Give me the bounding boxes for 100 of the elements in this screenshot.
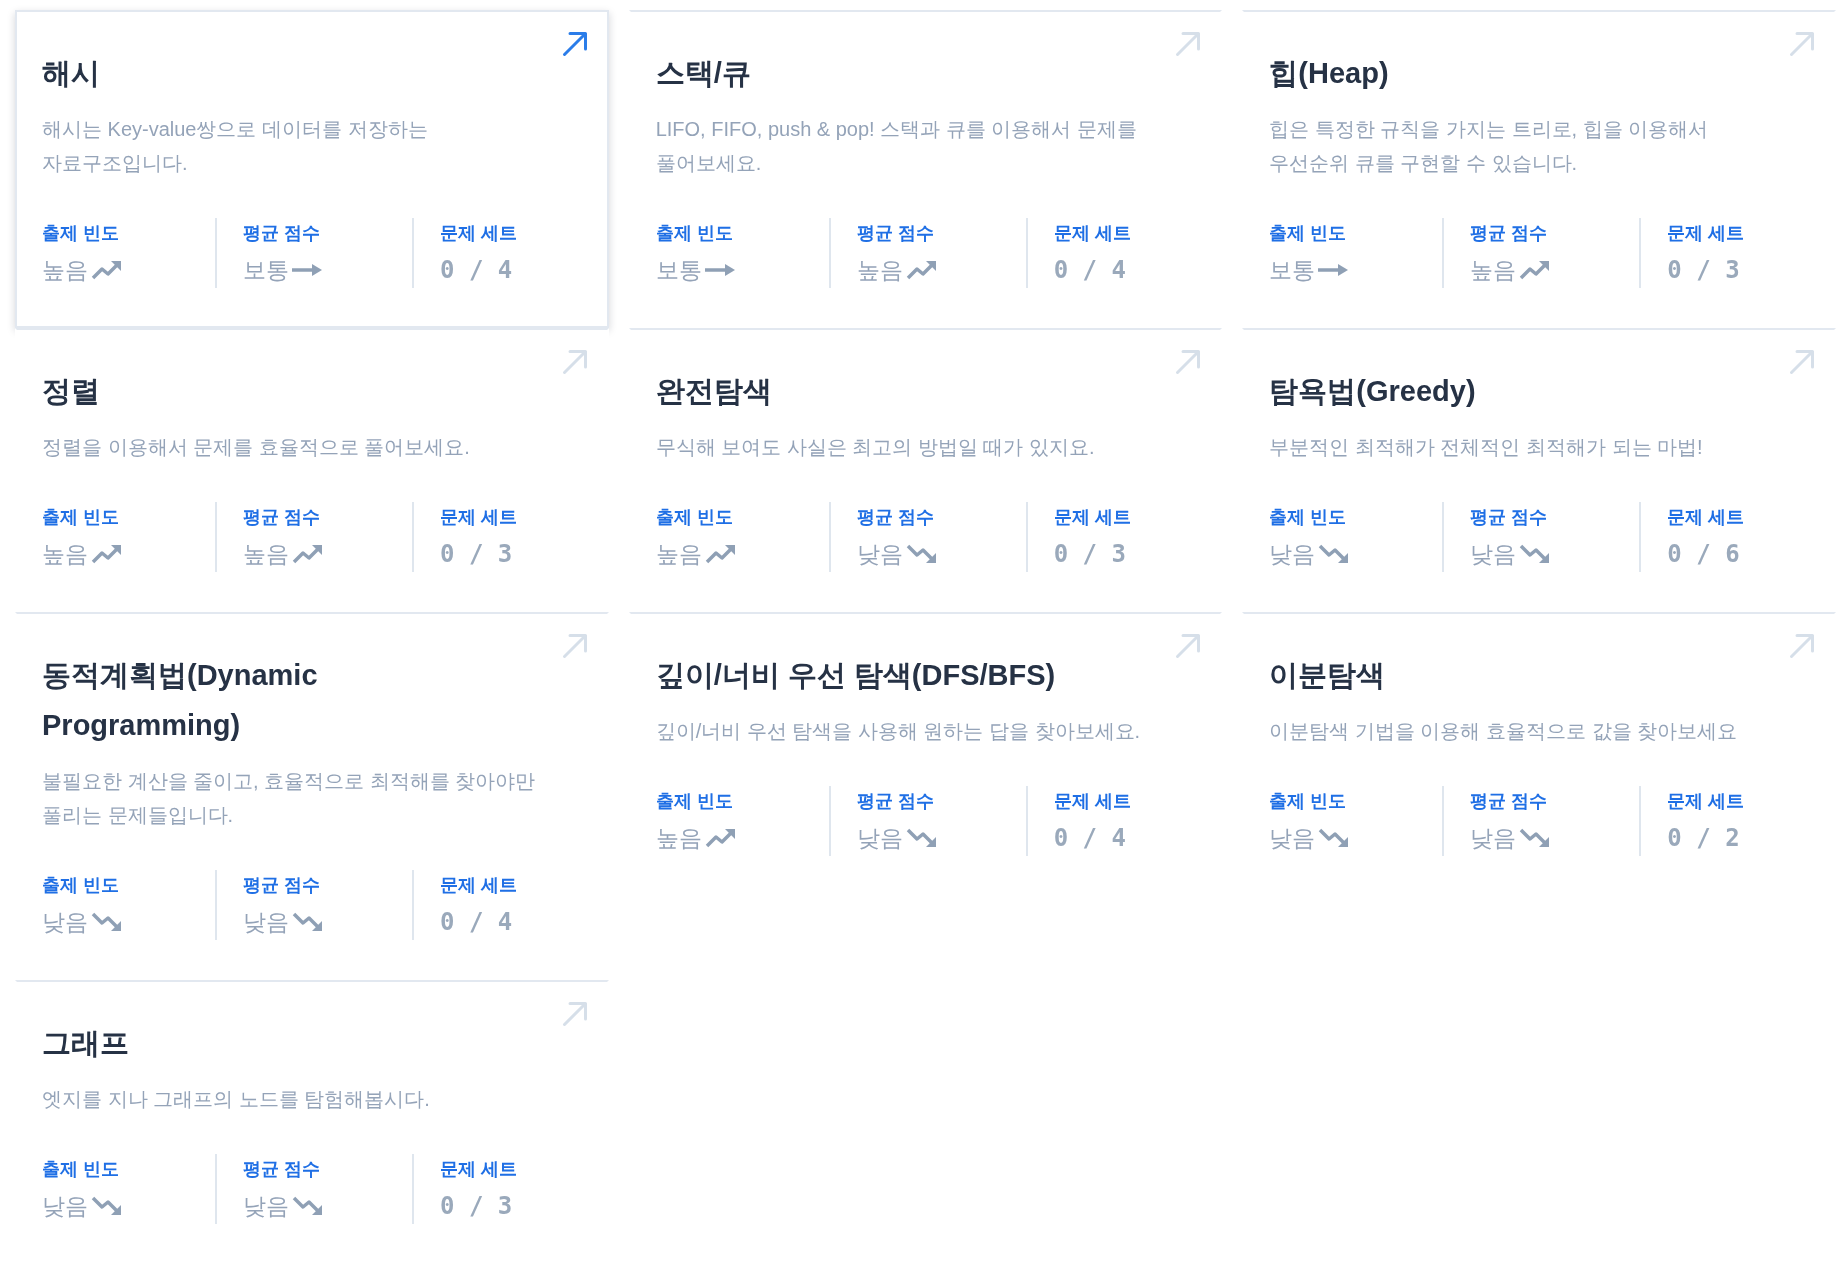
card-description: LIFO, FIFO, push & pop! 스택과 큐를 이용해서 문제를 풀어보세요. <box>655 117 1138 176</box>
stat-label: 평균 점수 <box>243 222 320 245</box>
stat-value: 보통 <box>1269 256 1316 285</box>
problem-set-count: 0 / 6 <box>1667 539 1740 570</box>
trend-down-icon <box>292 912 323 932</box>
card-title: 완전탐색 <box>655 374 773 409</box>
stat-label: 문제 세트 <box>1053 790 1131 813</box>
problem-set-count: 0 / 3 <box>1667 255 1740 286</box>
stat-label: 평균 점수 <box>856 506 934 529</box>
stat-label: 출제 빈도 <box>655 506 733 529</box>
stat-label: 평균 점수 <box>856 790 934 813</box>
trend-up-icon <box>91 260 122 280</box>
right-arrow-icon <box>1318 263 1349 277</box>
stat-value: 낮음 <box>1470 540 1517 569</box>
card-description: 정렬을 이용해서 문제를 효율적으로 풀어보세요. <box>42 435 471 460</box>
stat-label: 평균 점수 <box>1470 222 1548 245</box>
stat-value: 낮음 <box>42 908 88 937</box>
stat-label: 출제 빈도 <box>42 222 119 245</box>
problem-set-count: 0 / 3 <box>440 539 513 570</box>
stat-value: 낮음 <box>1269 824 1316 853</box>
stat-label: 평균 점수 <box>243 874 320 897</box>
problem-set-count: 0 / 3 <box>1053 539 1126 570</box>
stat-value: 보통 <box>655 256 702 285</box>
stat-value: 낮음 <box>1269 540 1316 569</box>
arrow-up-right-icon <box>1789 31 1815 57</box>
card-description: 엣지를 지나 그래프의 노드를 탐험해봅시다. <box>42 1087 431 1112</box>
stat-label: 문제 세트 <box>440 222 517 245</box>
stat-label: 문제 세트 <box>1667 790 1745 813</box>
trend-down-icon <box>91 1196 122 1216</box>
stat-value: 높음 <box>655 540 702 569</box>
trend-down-icon <box>1318 828 1350 848</box>
stat-value: 낮음 <box>856 824 903 853</box>
card-title: 깊이/너비 우선 탐색(DFS/BFS) <box>655 658 1057 693</box>
stat-label: 출제 빈도 <box>1269 222 1347 245</box>
stat-label: 문제 세트 <box>440 506 517 529</box>
card-description: 이분탐색 기법을 이용해 효율적으로 값을 찾아보세요 <box>1269 719 1739 744</box>
card-title: 정렬 <box>42 374 101 409</box>
card-description: 깊이/너비 우선 탐색을 사용해 원하는 답을 찾아보세요. <box>655 719 1142 744</box>
arrow-up-right-icon <box>561 31 588 57</box>
card-title: 탐욕법(Greedy) <box>1269 374 1477 409</box>
stat-label: 출제 빈도 <box>1269 506 1347 529</box>
stat-value: 높음 <box>42 256 88 285</box>
stat-value: 낮음 <box>42 1192 88 1221</box>
stat-label: 출제 빈도 <box>1269 790 1347 813</box>
card-description: 불필요한 계산을 줄이고, 효율적으로 최적해를 찾아야만 풀리는 문제들입니다. <box>42 769 537 828</box>
stat-label: 평균 점수 <box>243 506 320 529</box>
stat-value: 높음 <box>655 824 702 853</box>
trend-down-icon <box>292 1196 323 1216</box>
stat-value: 높음 <box>243 540 289 569</box>
arrow-up-right-icon <box>561 349 588 375</box>
problem-set-count: 0 / 2 <box>1667 823 1740 854</box>
arrow-up-right-icon <box>561 1001 588 1027</box>
arrow-up-right-icon <box>561 633 588 659</box>
trend-up-icon <box>704 544 736 564</box>
trend-up-icon <box>1519 260 1551 280</box>
stat-label: 출제 빈도 <box>42 874 119 897</box>
stat-label: 평균 점수 <box>1470 506 1548 529</box>
card-title: 동적계획법(Dynamic Programming) <box>42 658 319 743</box>
problem-set-count: 0 / 3 <box>440 1191 513 1222</box>
stat-value: 높음 <box>1470 256 1517 285</box>
card-title: 힙(Heap) <box>1269 56 1390 91</box>
trend-down-icon <box>905 544 937 564</box>
trend-down-icon <box>1318 544 1350 564</box>
problem-set-count: 0 / 4 <box>1053 255 1126 286</box>
trend-down-icon <box>905 828 937 848</box>
stat-value: 낮음 <box>243 908 289 937</box>
stat-label: 문제 세트 <box>1053 222 1131 245</box>
right-arrow-icon <box>292 263 322 277</box>
card-title: 그래프 <box>42 1026 130 1061</box>
stat-value: 높음 <box>856 256 903 285</box>
stat-label: 출제 빈도 <box>655 790 733 813</box>
stat-value: 낮음 <box>1470 824 1517 853</box>
card-description: 힙은 특정한 규칙을 가지는 트리로, 힙을 이용해서 우선순위 큐를 구현할 수 있습니다. <box>1269 117 1710 176</box>
arrow-up-right-icon <box>1175 633 1202 659</box>
card-description: 해시는 Key-value쌍으로 데이터를 저장하는 자료구조입니다. <box>42 117 429 176</box>
arrow-up-right-icon <box>1789 349 1815 375</box>
problem-set-count: 0 / 4 <box>1053 823 1126 854</box>
arrow-up-right-icon <box>1175 349 1202 375</box>
card-title: 이분탐색 <box>1269 658 1387 693</box>
stat-value: 보통 <box>243 256 289 285</box>
trend-down-icon <box>1519 828 1551 848</box>
card-title: 스택/큐 <box>655 56 752 91</box>
trend-up-icon <box>292 544 323 564</box>
topic-card[interactable]: 해시 해시는 Key-value쌍으로 데이터를 저장하는 자료구조입니다. 출제 빈도 높음 평균 점수 보통 문제 세트 0 / 4 <box>15 10 609 328</box>
trend-up-icon <box>905 260 937 280</box>
stat-label: 문제 세트 <box>440 874 517 897</box>
card-description: 부분적인 최적해가 전체적인 최적해가 되는 마법! <box>1269 435 1704 460</box>
problem-set-count: 0 / 4 <box>440 907 513 938</box>
arrow-up-right-icon <box>1175 31 1202 57</box>
stat-value: 낮음 <box>856 540 903 569</box>
trend-down-icon <box>1519 544 1551 564</box>
stat-label: 출제 빈도 <box>655 222 733 245</box>
stat-label: 평균 점수 <box>243 1158 320 1181</box>
stat-label: 문제 세트 <box>1667 506 1745 529</box>
stat-value: 높음 <box>42 540 88 569</box>
arrow-up-right-icon <box>1789 633 1815 659</box>
right-arrow-icon <box>704 263 735 277</box>
trend-down-icon <box>91 912 122 932</box>
stat-label: 문제 세트 <box>1667 222 1745 245</box>
trend-up-icon <box>91 544 122 564</box>
